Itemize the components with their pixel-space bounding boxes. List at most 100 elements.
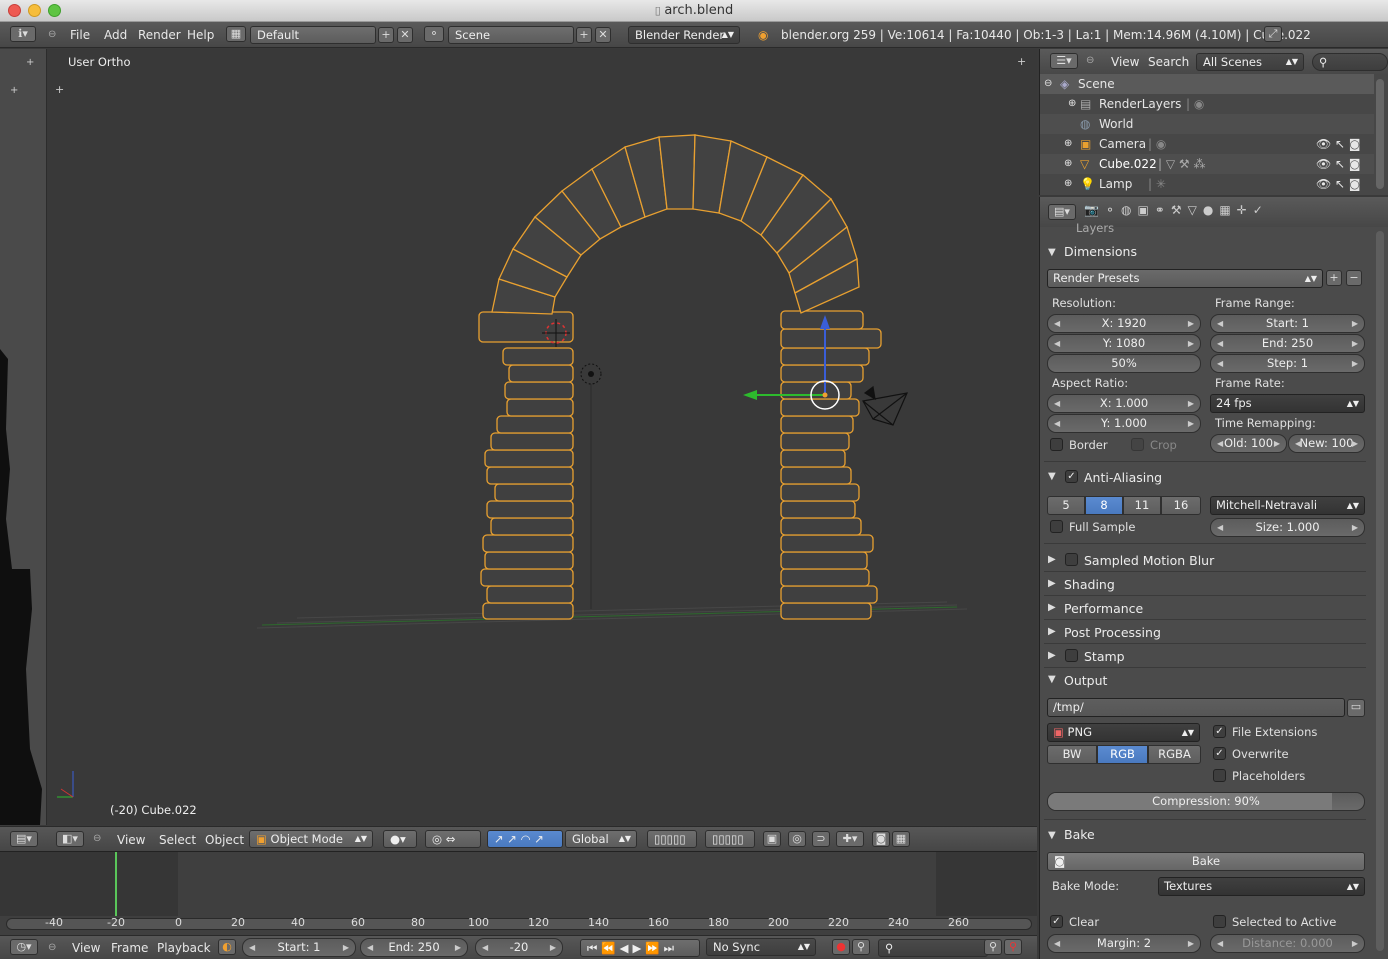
layers-grid-1[interactable]: ▯▯▯▯▯ [647, 830, 697, 848]
manipulator-toggles[interactable]: ↗ ↗ ◠ ↗ [487, 830, 563, 848]
properties-scrollbar[interactable] [1376, 231, 1384, 951]
tl-current-frame-field[interactable]: ◀ -20 ▶ [475, 938, 563, 957]
menu-help[interactable]: Help [187, 28, 214, 42]
sync-select[interactable]: No Sync ▲▼ [706, 938, 816, 956]
mode-select[interactable]: ▣ Object Mode ▲▼ [249, 830, 373, 848]
add-scene-icon[interactable]: + [576, 27, 592, 43]
bake-distance-field[interactable]: ◀ Distance: 0.000 ▶ [1210, 934, 1365, 953]
bake-mode-select[interactable]: Textures ▲▼ [1158, 877, 1365, 896]
menu-object[interactable]: Object [205, 833, 244, 847]
fullscreen-icon[interactable]: ⤢ [1264, 26, 1282, 42]
file-format-select[interactable]: ▣ PNG ▲▼ [1047, 723, 1200, 742]
shading-expand-icon[interactable]: ▶ [1048, 578, 1056, 589]
insert-keyframe-icon[interactable]: ⚲ [984, 939, 1002, 955]
remove-scene-icon[interactable]: ✕ [595, 27, 611, 43]
tl-menu-view[interactable]: View [72, 941, 100, 955]
layers-grid-2[interactable]: ▯▯▯▯▯ [705, 830, 755, 848]
tl-start-field[interactable]: ◀ Start: 1 ▶ [242, 938, 356, 957]
outliner-editor-icon[interactable]: ☰▾ [1050, 53, 1078, 69]
outliner-row-camera[interactable]: ⊕ ▣ Camera | ◉ 👁 ↖ ◙ [1040, 134, 1374, 154]
outliner-row-renderlayers[interactable]: ⊕ ▤ RenderLayers | ◉ [1040, 94, 1374, 114]
aa-samples-5[interactable]: 5 [1047, 496, 1085, 515]
delete-keyframe-icon[interactable]: ⚲ [1004, 939, 1022, 955]
output-path-input[interactable]: /tmp/ [1047, 698, 1345, 717]
bake-margin-field[interactable]: ◀ Margin: 2 ▶ [1047, 934, 1201, 953]
outliner-collapse-icon[interactable]: ⊖ [1086, 55, 1094, 66]
resolution-percent-field[interactable]: 50% [1047, 354, 1201, 373]
outliner-scrollbar[interactable] [1376, 79, 1384, 189]
frame-step-field[interactable]: ◀ Step: 1 ▶ [1210, 354, 1365, 373]
shading-select[interactable]: ●▾ [383, 830, 417, 848]
layout-icon[interactable]: ▦ [226, 26, 246, 42]
playback-controls[interactable]: ⏮⏪◀▶⏩⏭ [580, 939, 700, 957]
outliner-menu-search[interactable]: Search [1148, 55, 1189, 69]
record-icon[interactable]: ● [832, 939, 850, 955]
time-new-field[interactable]: ◀ New: 100 ▶ [1288, 434, 1365, 453]
collapse-icon[interactable]: ⊖ [93, 833, 101, 844]
border-checkbox[interactable] [1050, 438, 1063, 451]
resolution-x-field[interactable]: ◀ X: 1920 ▶ [1047, 314, 1201, 333]
snap-element-icon[interactable]: ✚▾ [836, 831, 864, 847]
timeline-scrollbar[interactable] [6, 918, 1032, 930]
outliner-menu-view[interactable]: View [1111, 55, 1139, 69]
aa-samples-8[interactable]: 8 [1085, 496, 1123, 515]
editor-type-icon[interactable]: ℹ▾ [10, 26, 36, 42]
orientation-select[interactable]: Global ▲▼ [565, 830, 637, 848]
render-animation-icon[interactable]: ▦ [892, 831, 910, 847]
color-mode-rgb[interactable]: RGB [1097, 745, 1148, 764]
motion-blur-expand-icon[interactable]: ▶ [1048, 554, 1056, 565]
remove-layout-icon[interactable]: ✕ [397, 27, 413, 43]
keying-set-field[interactable]: ⚲ [878, 939, 988, 957]
render-opengl-icon[interactable]: ◙ [872, 831, 890, 847]
performance-expand-icon[interactable]: ▶ [1048, 602, 1056, 613]
collapse-menu-icon[interactable]: ⊖ [48, 29, 56, 40]
lamp-visibility-icon[interactable]: 👁 ↖ ◙ [1316, 174, 1361, 194]
full-sample-checkbox[interactable] [1050, 520, 1063, 533]
bake-title[interactable]: Bake [1064, 827, 1095, 842]
3d-viewport[interactable]: User Ortho + + (-20) Cube.022 [47, 49, 1037, 825]
menu-add[interactable]: Add [104, 28, 127, 42]
motion-blur-title[interactable]: Sampled Motion Blur [1084, 553, 1214, 568]
timeline-editor-icon[interactable]: ◷▾ [10, 939, 38, 955]
pivot-select[interactable]: ◎ ⇔ [425, 830, 481, 848]
dimensions-title[interactable]: Dimensions [1064, 244, 1137, 259]
outliner-row-scene[interactable]: ⊖ ◈ Scene [1040, 74, 1374, 94]
menu-view[interactable]: View [117, 833, 145, 847]
stamp-expand-icon[interactable]: ▶ [1048, 650, 1056, 661]
output-title[interactable]: Output [1064, 673, 1107, 688]
clear-checkbox[interactable]: ✓ [1050, 915, 1063, 928]
scene-selector[interactable]: Scene [448, 26, 574, 44]
antialiasing-title[interactable]: Anti-Aliasing [1084, 470, 1162, 485]
menu-render[interactable]: Render [138, 28, 181, 42]
camera-visibility-icon[interactable]: 👁 ↖ ◙ [1316, 134, 1361, 154]
remove-preset-icon[interactable]: − [1346, 270, 1362, 286]
color-mode-bw[interactable]: BW [1047, 745, 1097, 764]
aspect-y-field[interactable]: ◀ Y: 1.000 ▶ [1047, 414, 1201, 433]
aa-samples-16[interactable]: 16 [1161, 496, 1201, 515]
crop-checkbox[interactable] [1131, 438, 1144, 451]
outliner-row-cube[interactable]: ⊕ ▽ Cube.022 | ▽ ⚒ ⁂ 👁 ↖ ◙ [1040, 154, 1374, 174]
file-extensions-checkbox[interactable]: ✓ [1213, 725, 1226, 738]
proportional-edit-icon[interactable]: ◎ [788, 831, 806, 847]
bake-expand-icon[interactable]: ▼ [1048, 830, 1056, 841]
time-old-field[interactable]: ◀ Old: 100 ▶ [1210, 434, 1287, 453]
outliner-row-lamp[interactable]: ⊕ 💡 Lamp | ✳ 👁 ↖ ◙ [1040, 174, 1374, 194]
scene-icon[interactable]: ⚬ [424, 26, 444, 42]
timeline-collapse-icon[interactable]: ⊖ [48, 942, 56, 953]
snap-magnet-icon[interactable]: ⊃ [812, 831, 830, 847]
performance-title[interactable]: Performance [1064, 601, 1143, 616]
aspect-x-field[interactable]: ◀ X: 1.000 ▶ [1047, 394, 1201, 413]
post-processing-title[interactable]: Post Processing [1064, 625, 1161, 640]
tl-end-field[interactable]: ◀ End: 250 ▶ [360, 938, 468, 957]
tl-menu-frame[interactable]: Frame [111, 941, 148, 955]
antialiasing-checkbox[interactable]: ✓ [1065, 470, 1078, 483]
view-editor-type-icon[interactable]: ▤▾ [10, 831, 38, 847]
color-mode-rgba[interactable]: RGBA [1148, 745, 1201, 764]
current-frame-marker[interactable] [115, 852, 117, 916]
add-preset-icon[interactable]: + [1326, 270, 1342, 286]
frame-start-field[interactable]: ◀ Start: 1 ▶ [1210, 314, 1365, 333]
display-mode-select[interactable]: All Scenes ▲▼ [1196, 53, 1304, 71]
layers-panel-label[interactable]: Layers [1076, 221, 1114, 235]
overwrite-checkbox[interactable]: ✓ [1213, 747, 1226, 760]
aa-size-field[interactable]: ◀ Size: 1.000 ▶ [1210, 518, 1365, 537]
